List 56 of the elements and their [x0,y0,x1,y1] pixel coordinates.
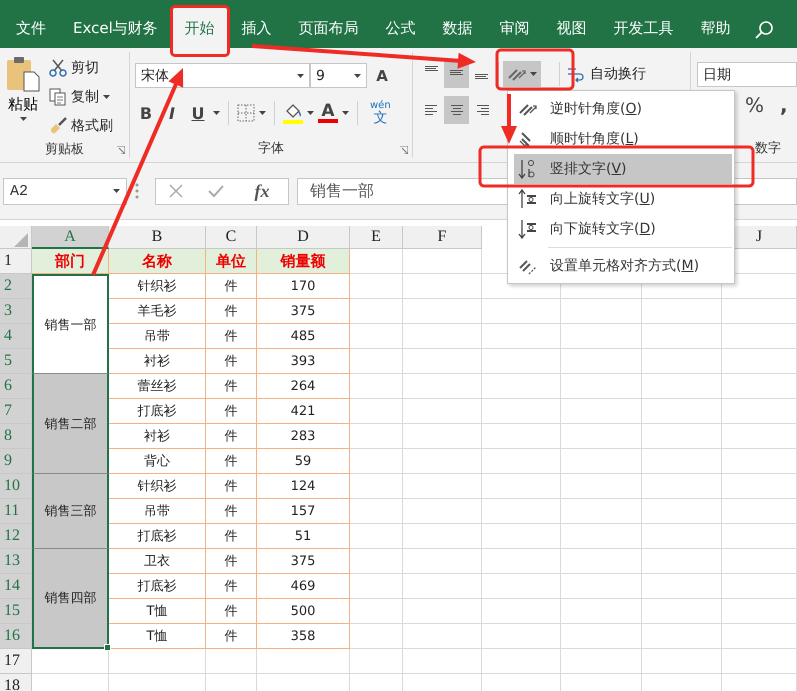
table-cell: 件 [206,349,257,374]
table-cell: 500 [257,599,350,624]
table-cell: 157 [257,499,350,524]
table-cell: 销售三部 [32,474,109,549]
table-cell: T恤 [109,599,206,624]
table-cell: 吊带 [109,324,206,349]
table-cell: 375 [257,549,350,574]
header-cell: 部门 [32,249,109,274]
table-cell: 件 [206,599,257,624]
table-cell: 124 [257,474,350,499]
table-cell: 件 [206,424,257,449]
table-cell: 件 [206,499,257,524]
table-cell: 485 [257,324,350,349]
header-cell: 名称 [109,249,206,274]
table-cell: 358 [257,624,350,649]
table-cell: 件 [206,274,257,299]
group-label: 字体 [258,140,284,157]
table-cell: 421 [257,399,350,424]
table-cell: 销售四部 [32,549,109,649]
table-cell: 背心 [109,449,206,474]
table-cell: 件 [206,399,257,424]
table-cell: 283 [257,424,350,449]
table-cell: 件 [206,624,257,649]
table-cell: 针织衫 [109,474,206,499]
table-cell: 衬衫 [109,349,206,374]
table-cell: 羊毛衫 [109,299,206,324]
table-cell: 469 [257,574,350,599]
table-cell: 件 [206,574,257,599]
table-cell: 170 [257,274,350,299]
table-cell: 销售二部 [32,374,109,474]
table-cell: 蕾丝衫 [109,374,206,399]
table-cell: 件 [206,549,257,574]
table-cell: 件 [206,324,257,349]
group-label: 数字 [755,140,781,157]
table-cell: 件 [206,524,257,549]
table-cell: 51 [257,524,350,549]
table-cell: 衬衫 [109,424,206,449]
table-cell: 打底衫 [109,399,206,424]
header-cell: 销量额 [257,249,350,274]
group-label: 剪贴板 [45,140,84,158]
table-cell: T恤 [109,624,206,649]
table-cell: 393 [257,349,350,374]
table-cell: 件 [206,474,257,499]
table-cell: 打底衫 [109,524,206,549]
table-cell: 打底衫 [109,574,206,599]
table-cell: 件 [206,374,257,399]
table-cell: 销售一部 [32,274,109,374]
table-cell: 卫衣 [109,549,206,574]
table-cell: 针织衫 [109,274,206,299]
table-cell: 375 [257,299,350,324]
table-cell: 264 [257,374,350,399]
header-cell: 单位 [206,249,257,274]
table-cell: 59 [257,449,350,474]
table-cell: 件 [206,449,257,474]
table-cell: 吊带 [109,499,206,524]
table-cell: 件 [206,299,257,324]
